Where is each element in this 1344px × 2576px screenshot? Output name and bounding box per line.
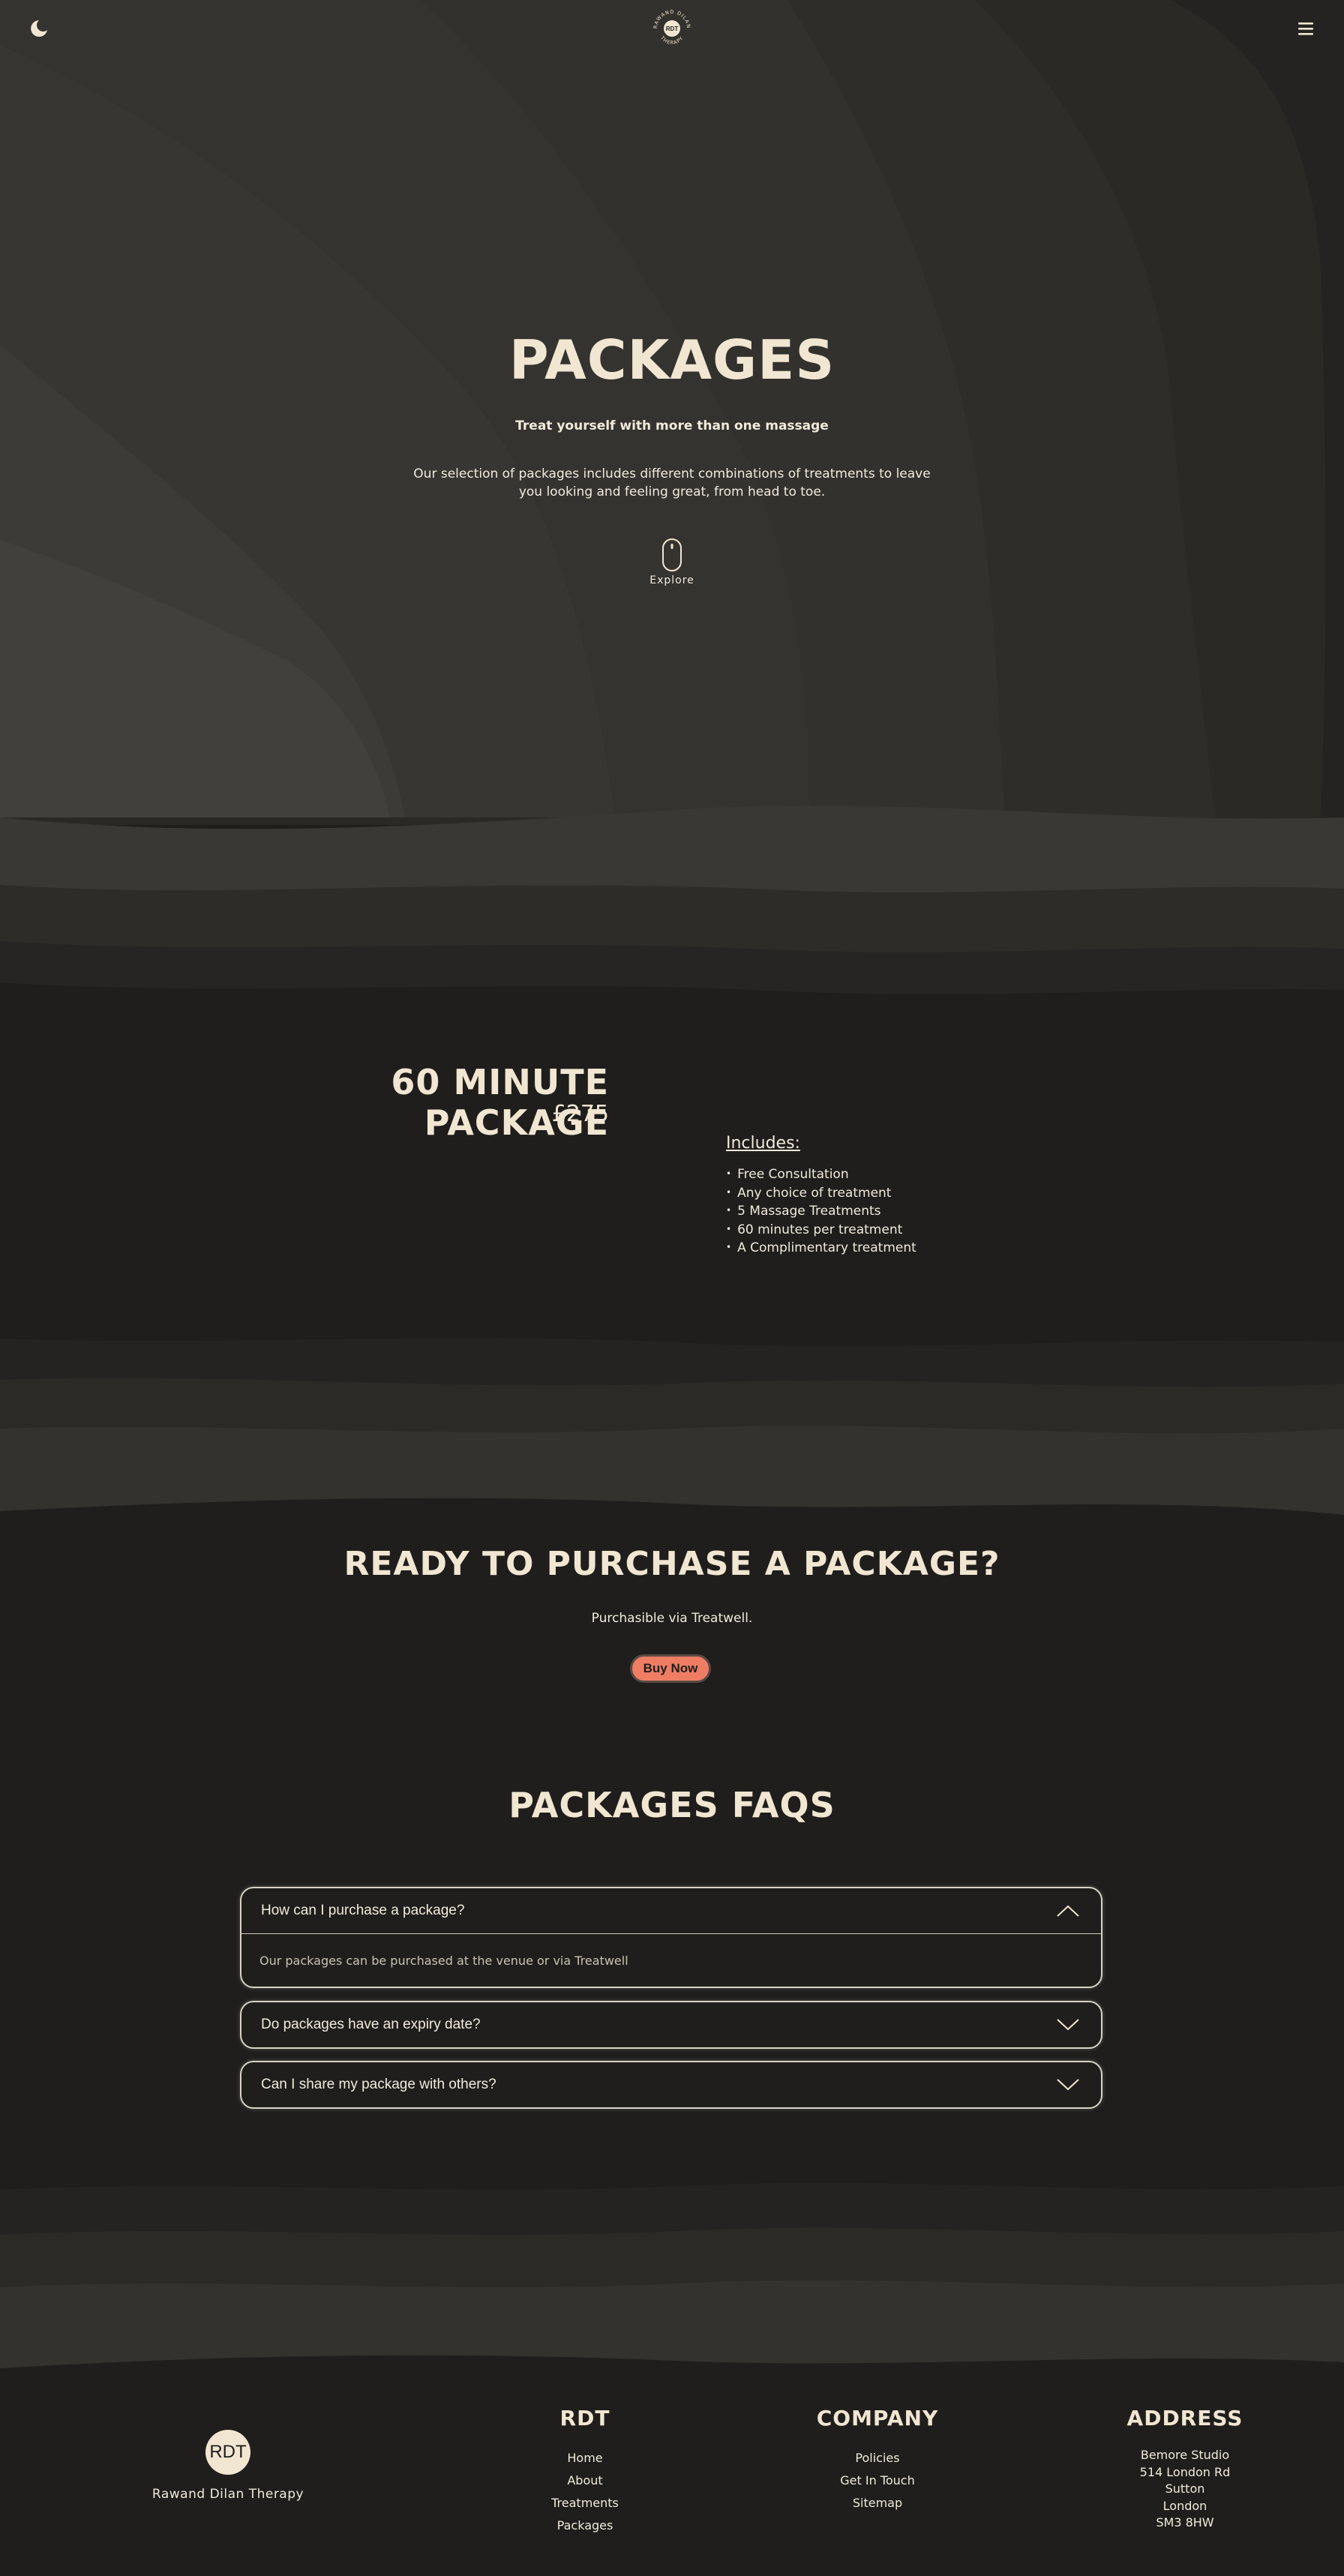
page-title: PACKAGES — [508, 328, 836, 391]
list-item: 5 Massage Treatments — [726, 1203, 916, 1222]
explore-label[interactable]: Explore — [0, 574, 1344, 586]
faq-question-toggle[interactable]: Do packages have an expiry date? — [242, 2002, 1101, 2047]
hero-subtitle: Treat yourself with more than one massag… — [515, 418, 829, 433]
footer-company-column: COMPANY Policies Get In Touch Sitemap — [765, 2406, 990, 2515]
footer-link-policies[interactable]: Policies — [855, 2451, 899, 2465]
purchase-subtitle: Purchasible via Treatwell. — [591, 1611, 753, 1626]
footer-link-about[interactable]: About — [567, 2473, 602, 2488]
moon-icon — [31, 20, 47, 37]
footer-heading: RDT — [560, 2406, 610, 2431]
address-line: 514 London Rd — [1139, 2464, 1231, 2479]
hamburger-icon — [1298, 22, 1313, 35]
menu-button[interactable] — [1297, 19, 1316, 37]
address-line: SM3 8HW — [1156, 2515, 1214, 2530]
faq-question-toggle[interactable]: Can I share my package with others? — [242, 2062, 1101, 2107]
faq-question-toggle[interactable]: How can I purchase a package? — [242, 1888, 1101, 1933]
footer-link-sitemap[interactable]: Sitemap — [853, 2496, 902, 2510]
theme-toggle-button[interactable] — [28, 18, 50, 39]
includes-label: Includes: — [726, 1134, 800, 1153]
footer-heading: COMPANY — [816, 2406, 939, 2431]
faq-question: Can I share my package with others? — [261, 2077, 496, 2092]
footer-logo[interactable]: RDT — [206, 2430, 250, 2475]
footer-link-packages[interactable]: Packages — [557, 2518, 614, 2533]
hero-description: Our selection of packages includes diffe… — [413, 466, 931, 499]
footer-rdt-column: RDT Home About Treatments Packages — [472, 2406, 698, 2537]
faq-answer: Our packages can be purchased at the ven… — [242, 1933, 1101, 1987]
package-price: £275 — [551, 1101, 609, 1127]
mouse-scroll-icon — [662, 538, 682, 571]
scroll-explore-button[interactable] — [661, 538, 683, 574]
faq-title: PACKAGES FAQS — [508, 1785, 836, 1825]
chevron-down-icon — [1057, 2079, 1079, 2091]
address-line: Sutton — [1165, 2482, 1205, 2496]
includes-list: Free Consultation Any choice of treatmen… — [726, 1166, 916, 1258]
logo-mark: RDT — [665, 25, 679, 32]
chevron-up-icon — [1057, 1905, 1079, 1917]
list-item: Free Consultation — [726, 1166, 916, 1185]
buy-now-button[interactable]: Buy Now — [630, 1654, 711, 1683]
chevron-down-icon — [1057, 2019, 1079, 2031]
footer-link-treatments[interactable]: Treatments — [551, 2496, 619, 2510]
list-item: A Complimentary treatment — [726, 1240, 916, 1258]
footer-heading: ADDRESS — [1126, 2406, 1244, 2431]
faq-item: How can I purchase a package? Our packag… — [240, 1887, 1102, 1988]
faq-question: Do packages have an expiry date? — [261, 2017, 481, 2032]
faq-item: Do packages have an expiry date? — [240, 2001, 1102, 2049]
list-item: 60 minutes per treatment — [726, 1222, 916, 1240]
faq-question: How can I purchase a package? — [261, 1903, 465, 1918]
faq-item: Can I share my package with others? — [240, 2061, 1102, 2109]
footer-business-name: Rawand Dilan Therapy — [152, 2487, 304, 2502]
footer-link-home[interactable]: Home — [567, 2451, 602, 2465]
address-line: London — [1162, 2498, 1208, 2513]
site-logo[interactable]: RAWAND DILAN THERAPY RDT — [650, 6, 694, 51]
purchase-title: READY TO PURCHASE A PACKAGE? — [344, 1545, 1000, 1583]
list-item: Any choice of treatment — [726, 1185, 916, 1204]
footer-link-get-in-touch[interactable]: Get In Touch — [840, 2473, 914, 2488]
address-line: Bemore Studio — [1140, 2448, 1230, 2462]
footer-address-column: ADDRESS Bemore Studio 514 London Rd Sutt… — [1072, 2406, 1298, 2532]
